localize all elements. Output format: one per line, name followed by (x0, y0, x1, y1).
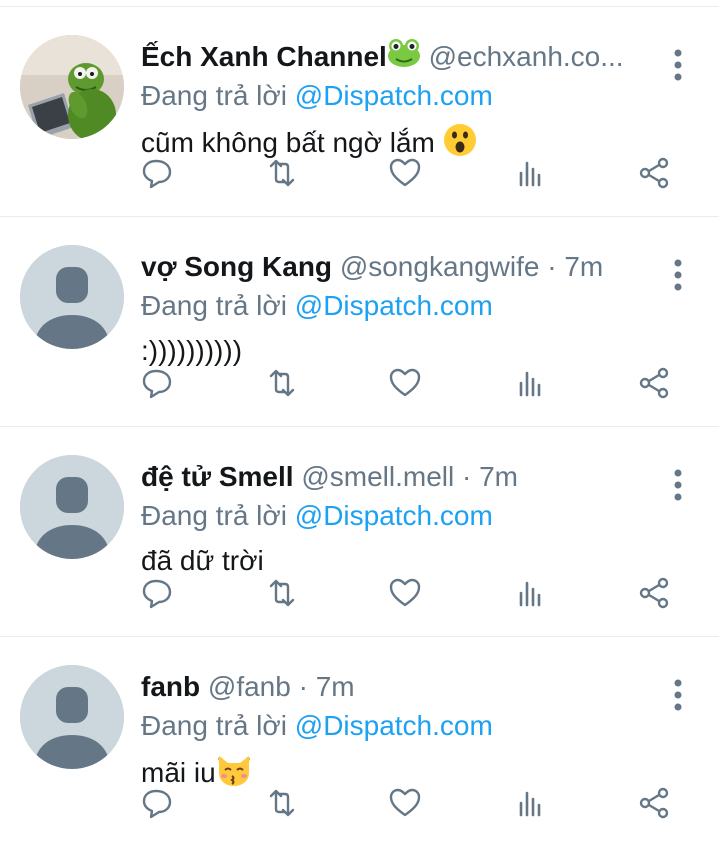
replying-to: Đang trả lời @Dispatch.com (141, 709, 493, 743)
user-handle[interactable]: @echxanh.co... (429, 41, 624, 72)
reply-icon[interactable] (137, 573, 177, 613)
user-handle[interactable]: @smell.mell (301, 461, 454, 492)
more-options-icon[interactable] (664, 45, 692, 85)
retweet-icon[interactable] (262, 783, 302, 823)
retweet-icon[interactable] (262, 153, 302, 193)
stats-icon[interactable] (510, 153, 550, 193)
default-profile-icon (20, 455, 124, 559)
mention-link[interactable]: @Dispatch.com (295, 80, 493, 111)
reply-header: đệ tử Smell @smell.mell · 7m (141, 457, 651, 497)
avatar[interactable] (20, 245, 124, 349)
retweet-icon[interactable] (262, 573, 302, 613)
separator-dot: · (547, 251, 557, 282)
replying-to: Đang trả lời @Dispatch.com (141, 289, 493, 323)
top-divider (0, 0, 719, 7)
more-options-icon[interactable] (664, 675, 692, 715)
share-icon[interactable] (634, 573, 674, 613)
reply-icon[interactable] (137, 783, 177, 823)
action-bar (0, 783, 719, 823)
like-icon[interactable] (385, 573, 425, 613)
stats-icon[interactable] (510, 783, 550, 823)
reply-text-content: :)))))))))) (141, 335, 243, 366)
replying-to: Đang trả lời @Dispatch.com (141, 79, 493, 113)
kermit-avatar-image (20, 35, 124, 139)
separator-dot: · (298, 671, 308, 702)
like-icon[interactable] (385, 153, 425, 193)
mention-link[interactable]: @Dispatch.com (295, 500, 493, 531)
share-icon[interactable] (634, 783, 674, 823)
display-name[interactable]: vợ Song Kang (141, 251, 332, 282)
avatar[interactable] (20, 665, 124, 769)
replying-prefix: Đang trả lời (141, 290, 287, 321)
reply-item[interactable]: đệ tử Smell @smell.mell · 7m Đang trả lờ… (0, 427, 719, 637)
share-icon[interactable] (634, 363, 674, 403)
reply-item[interactable]: fanb @fanb · 7m Đang trả lời @Dispatch.c… (0, 637, 719, 847)
stats-icon[interactable] (510, 573, 550, 613)
reply-item[interactable]: vợ Song Kang @songkangwife · 7m Đang trả… (0, 217, 719, 427)
stats-icon[interactable] (510, 363, 550, 403)
more-options-icon[interactable] (664, 255, 692, 295)
default-profile-icon (20, 245, 124, 349)
user-handle[interactable]: @songkangwife (340, 251, 540, 282)
retweet-icon[interactable] (262, 363, 302, 403)
timestamp[interactable]: 7m (316, 671, 355, 702)
like-icon[interactable] (385, 363, 425, 403)
action-bar (0, 153, 719, 193)
reply-header: Ếch Xanh Channel @echxanh.co... (141, 37, 651, 77)
timestamp[interactable]: 7m (479, 461, 518, 492)
display-name[interactable]: fanb (141, 671, 200, 702)
replying-prefix: Đang trả lời (141, 710, 287, 741)
display-name[interactable]: Ếch Xanh Channel (141, 41, 387, 72)
frog-face-icon (387, 38, 421, 77)
reply-header: fanb @fanb · 7m (141, 667, 651, 707)
share-icon[interactable] (634, 153, 674, 193)
replying-to: Đang trả lời @Dispatch.com (141, 499, 493, 533)
reply-text-content: đã dữ trời (141, 545, 264, 576)
timestamp[interactable]: 7m (564, 251, 603, 282)
reply-icon[interactable] (137, 153, 177, 193)
user-handle[interactable]: @fanb (208, 671, 291, 702)
avatar[interactable] (20, 35, 124, 139)
more-options-icon[interactable] (664, 465, 692, 505)
replying-prefix: Đang trả lời (141, 80, 287, 111)
mention-link[interactable]: @Dispatch.com (295, 290, 493, 321)
action-bar (0, 363, 719, 403)
reply-header: vợ Song Kang @songkangwife · 7m (141, 247, 651, 287)
like-icon[interactable] (385, 783, 425, 823)
default-profile-icon (20, 665, 124, 769)
display-name[interactable]: đệ tử Smell (141, 461, 294, 492)
separator-dot: · (462, 461, 472, 492)
reply-item[interactable]: Ếch Xanh Channel @echxanh.co... Đang trả… (0, 7, 719, 217)
reply-icon[interactable] (137, 363, 177, 403)
mention-link[interactable]: @Dispatch.com (295, 710, 493, 741)
replying-prefix: Đang trả lời (141, 500, 287, 531)
action-bar (0, 573, 719, 613)
avatar[interactable] (20, 455, 124, 559)
